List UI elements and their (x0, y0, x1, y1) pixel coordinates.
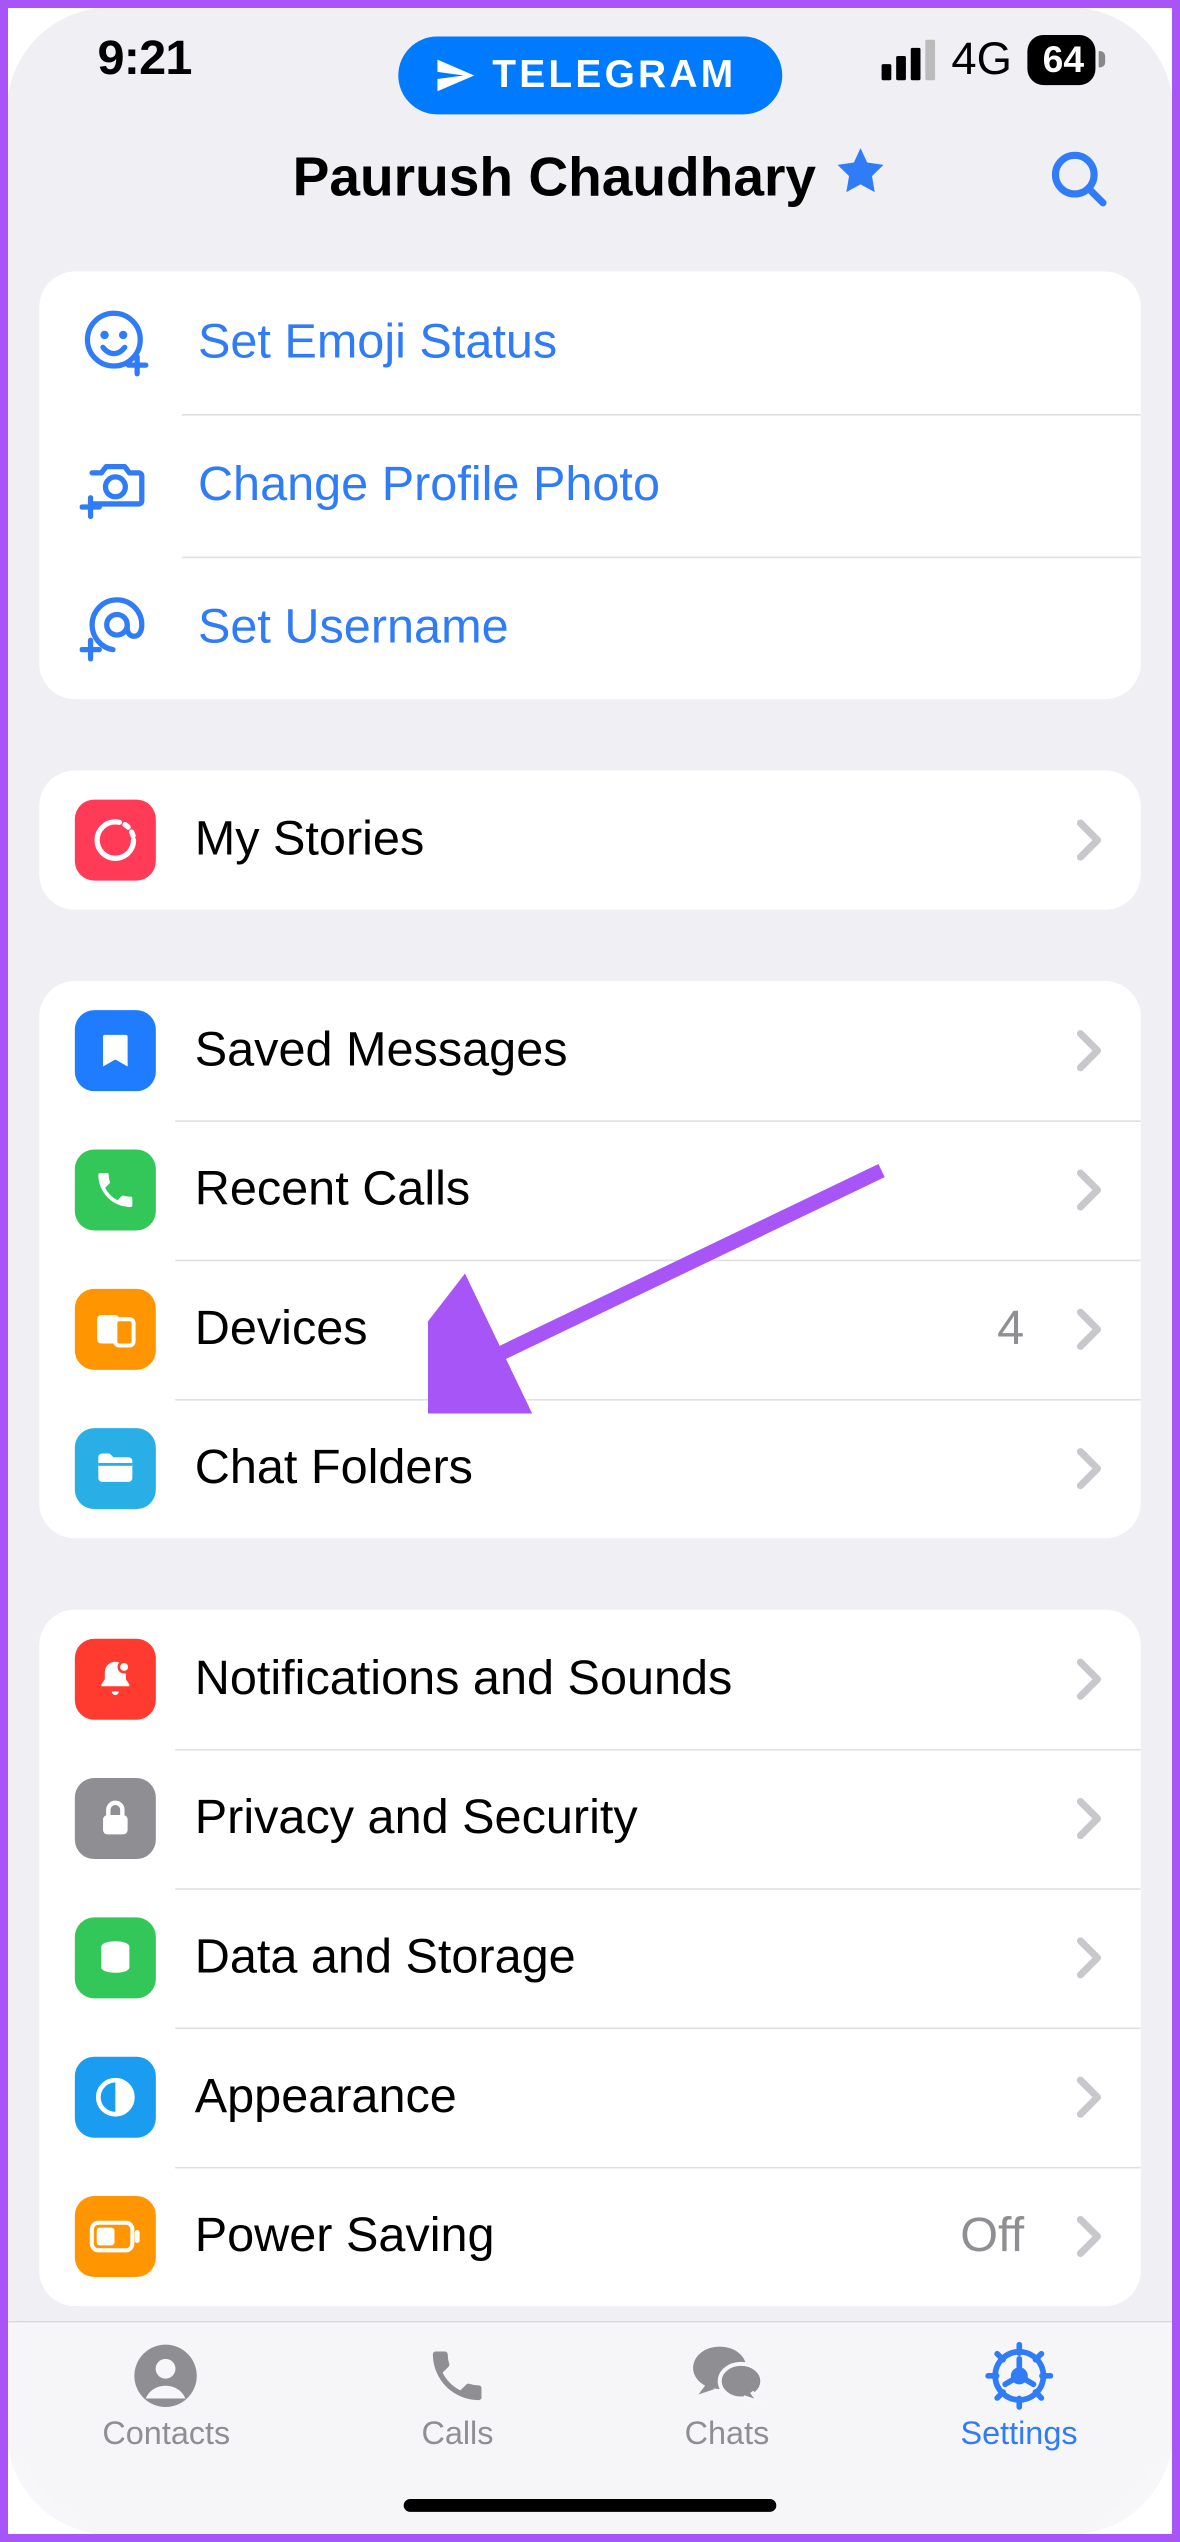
island-app-label: TELEGRAM (492, 53, 736, 98)
row-label: Set Emoji Status (198, 315, 1105, 370)
battery-icon (75, 2196, 156, 2277)
chevron-right-icon (1073, 1167, 1105, 1212)
row-label: Chat Folders (195, 1441, 1034, 1496)
gear-icon (985, 2342, 1053, 2410)
search-icon (1044, 143, 1115, 214)
chevron-right-icon (1073, 1446, 1105, 1491)
row-label: Saved Messages (195, 1023, 1034, 1078)
row-power-saving[interactable]: Power Saving Off (39, 2167, 1141, 2306)
row-label: Notifications and Sounds (195, 1652, 1034, 1707)
row-label: My Stories (195, 813, 1034, 868)
cellular-signal-icon (882, 39, 935, 80)
row-data-storage[interactable]: Data and Storage (39, 1888, 1141, 2027)
folder-icon (75, 1428, 156, 1509)
at-sign-plus-icon (75, 586, 159, 670)
row-set-username[interactable]: Set Username (39, 557, 1141, 700)
bookmark-icon (75, 1010, 156, 1091)
chevron-right-icon (1073, 1796, 1105, 1841)
row-label: Data and Storage (195, 1930, 1034, 1985)
row-devices[interactable]: Devices 4 (39, 1260, 1141, 1399)
tab-settings[interactable]: Settings (960, 2342, 1077, 2454)
row-chat-folders[interactable]: Chat Folders (39, 1399, 1141, 1538)
stories-icon (75, 800, 156, 881)
tab-label: Calls (421, 2416, 493, 2453)
row-my-stories[interactable]: My Stories (39, 770, 1141, 909)
tab-label: Contacts (102, 2416, 230, 2453)
battery-indicator: 64 (1028, 34, 1095, 84)
network-type: 4G (951, 33, 1012, 85)
row-label: Power Saving (195, 2209, 922, 2264)
row-appearance[interactable]: Appearance (39, 2028, 1141, 2167)
dynamic-island-app-pill[interactable]: TELEGRAM (398, 37, 781, 115)
contrast-circle-icon (75, 2057, 156, 2138)
chevron-right-icon (1073, 2075, 1105, 2120)
chevron-right-icon (1073, 1657, 1105, 1702)
chevron-right-icon (1073, 1935, 1105, 1980)
row-change-profile-photo[interactable]: Change Profile Photo (39, 414, 1141, 557)
person-circle-icon (132, 2342, 200, 2410)
tab-contacts[interactable]: Contacts (102, 2342, 230, 2454)
premium-star-icon (832, 143, 887, 213)
profile-name: Paurush Chaudhary (293, 147, 816, 210)
tab-chats[interactable]: Chats (685, 2342, 770, 2454)
tab-calls[interactable]: Calls (421, 2342, 493, 2454)
settings-group-general: Notifications and Sounds Privacy and Sec… (39, 1610, 1141, 2307)
row-label: Devices (195, 1302, 959, 1357)
row-label: Appearance (195, 2070, 1034, 2125)
lock-icon (75, 1778, 156, 1859)
tab-label: Chats (685, 2416, 770, 2453)
row-notifications[interactable]: Notifications and Sounds (39, 1610, 1141, 1749)
status-indicators: 4G 64 (882, 33, 1096, 85)
status-time: 9:21 (98, 32, 192, 87)
row-saved-messages[interactable]: Saved Messages (39, 981, 1141, 1120)
row-set-emoji-status[interactable]: Set Emoji Status (39, 271, 1141, 414)
camera-plus-icon (75, 443, 159, 527)
row-label: Change Profile Photo (198, 458, 1105, 513)
page-header: Paurush Chaudhary (7, 111, 1173, 271)
phone-icon (425, 2342, 490, 2410)
chevron-right-icon (1073, 1307, 1105, 1352)
row-privacy-security[interactable]: Privacy and Security (39, 1749, 1141, 1888)
search-button[interactable] (1044, 143, 1115, 222)
row-recent-calls[interactable]: Recent Calls (39, 1120, 1141, 1259)
row-label: Recent Calls (195, 1162, 1034, 1217)
row-label: Set Username (198, 600, 1105, 655)
settings-content: Set Emoji Status Change Profile Photo Se… (7, 271, 1173, 2534)
tab-label: Settings (960, 2416, 1077, 2453)
phone-icon (75, 1150, 156, 1231)
row-value-power-saving: Off (960, 2209, 1024, 2264)
phone-screen: TELEGRAM 9:21 4G 64 Paurush Chaudhary (7, 7, 1173, 2534)
chevron-right-icon (1073, 1028, 1105, 1073)
row-label: Privacy and Security (195, 1791, 1034, 1846)
emoji-plus-icon (75, 301, 159, 385)
page-title: Paurush Chaudhary (293, 143, 888, 213)
settings-group-stories: My Stories (39, 770, 1141, 909)
home-indicator[interactable] (404, 2499, 777, 2512)
chevron-right-icon (1073, 817, 1105, 862)
settings-group-chats: Saved Messages Recent Calls Devices 4 (39, 981, 1141, 1538)
paper-plane-icon (434, 54, 476, 96)
bell-icon (75, 1639, 156, 1720)
chat-bubbles-icon (690, 2342, 765, 2410)
devices-icon (75, 1289, 156, 1370)
settings-group-profile-actions: Set Emoji Status Change Profile Photo Se… (39, 271, 1141, 699)
database-icon (75, 1917, 156, 1998)
chevron-right-icon (1073, 2214, 1105, 2259)
row-value-devices-count: 4 (997, 1302, 1024, 1357)
